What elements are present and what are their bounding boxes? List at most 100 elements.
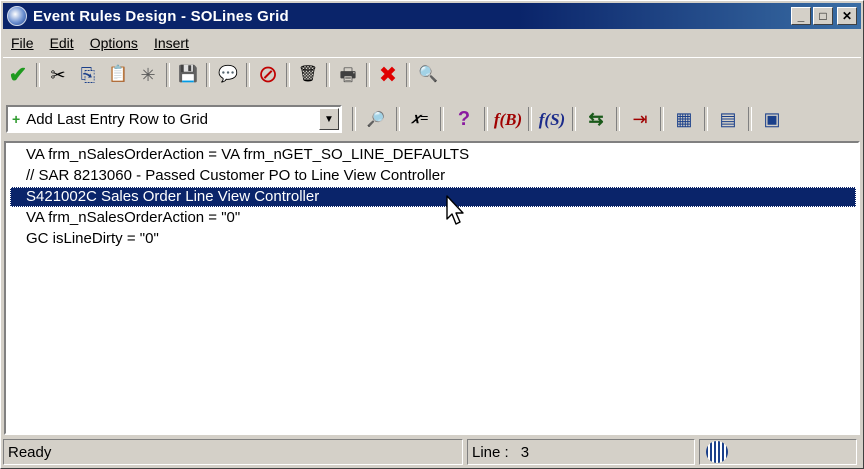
toolbar-separator (166, 63, 170, 87)
save-icon: 💾 (178, 66, 198, 83)
menu-options-label: Options (89, 35, 138, 51)
menu-file[interactable]: File (3, 35, 42, 51)
system-function-button[interactable]: f(S) (535, 104, 569, 134)
toolbar-separator (246, 63, 250, 87)
menu-insert[interactable]: Insert (146, 35, 197, 51)
cancel-icon: ✖ (378, 62, 398, 87)
chevron-down-icon[interactable]: ▼ (319, 108, 339, 130)
menu-bar: File Edit Options Insert (3, 31, 861, 55)
toolbar-separator (484, 107, 488, 131)
system-function-icon: f(S) (538, 109, 566, 129)
er-line[interactable]: VA frm_nSalesOrderAction = "0" (26, 208, 240, 228)
er-line-selected[interactable]: S421002C Sales Order Line View Controlle… (10, 187, 856, 207)
form-interconnect-button[interactable]: ▤ (711, 104, 745, 134)
paste-icon: 📋 (108, 66, 128, 83)
ok-button[interactable]: ✔ (3, 61, 33, 89)
save-button[interactable]: 💾 (173, 61, 203, 89)
check-icon: ✔ (8, 62, 28, 87)
minimize-button[interactable]: _ (791, 7, 811, 25)
table-io-icon: ⇆ (588, 109, 604, 129)
toolbar-separator (406, 63, 410, 87)
find-icon: 🔎 (366, 110, 386, 128)
er-toolbar: + Add Last Entry Row to Grid ▼ 🔎 𝑥= ? f(… (3, 99, 861, 139)
search-button[interactable]: 🔍 (413, 61, 443, 89)
toolbar-separator (286, 63, 290, 87)
status-bar: Ready Line : 3 (3, 439, 861, 467)
window-controls: _ □ ✕ (791, 7, 857, 25)
line-label: Line : (472, 443, 509, 461)
toolbar-separator (528, 107, 532, 131)
cut-button[interactable]: ✂ (43, 61, 73, 89)
event-rules-window: Event Rules Design - SOLines Grid _ □ ✕ … (0, 0, 864, 469)
toolbar-separator (572, 107, 576, 131)
report-interconnect-icon: ▣ (763, 109, 781, 129)
status-line-pane: Line : 3 (467, 439, 695, 465)
menu-options[interactable]: Options (82, 35, 146, 51)
plus-icon: + (12, 111, 21, 127)
grid-icon: ▦ (675, 109, 693, 129)
er-line[interactable]: VA frm_nSalesOrderAction = VA frm_nGET_S… (26, 145, 469, 165)
toolbar-separator (36, 63, 40, 87)
form-interconnect-icon: ▤ (719, 109, 737, 129)
comment-icon: 💬 (218, 66, 238, 83)
app-globe-icon (7, 6, 27, 26)
toolbar-separator (326, 63, 330, 87)
insert-row-button[interactable]: ⇥ (623, 104, 657, 134)
toolbar-separator (440, 107, 444, 131)
statement-combo-value: Add Last Entry Row to Grid (26, 110, 208, 128)
toolbar-separator (704, 107, 708, 131)
copy-button[interactable]: ⎘ (73, 61, 103, 89)
assignment-button[interactable]: 𝑥= (403, 104, 437, 134)
toolbar-separator (660, 107, 664, 131)
business-function-icon: f(B) (493, 109, 523, 129)
er-line[interactable]: GC isLineDirty = "0" (26, 229, 159, 249)
if-button[interactable]: ? (447, 104, 481, 134)
delete-button[interactable]: 🗑 (293, 61, 323, 89)
disable-button[interactable]: ⊘ (253, 61, 283, 89)
find-button[interactable]: 🔎 (359, 104, 393, 134)
delete-icon: 🗑 (297, 66, 319, 83)
title-bar[interactable]: Event Rules Design - SOLines Grid _ □ ✕ (3, 3, 861, 29)
print-button[interactable]: 🖶 (333, 61, 363, 89)
event-rules-editor[interactable]: VA frm_nSalesOrderAction = VA frm_nGET_S… (4, 141, 860, 435)
menu-file-label: File (11, 35, 34, 51)
status-icon-pane (699, 439, 857, 465)
main-toolbar: ✔ ✂ ⎘ 📋 ✳ 💾 💬 ⊘ 🗑 🖶 ✖ 🔍 (3, 57, 861, 92)
toolbar-separator (366, 63, 370, 87)
statement-combo[interactable]: + Add Last Entry Row to Grid ▼ (6, 105, 342, 133)
business-function-button[interactable]: f(B) (491, 104, 525, 134)
line-value: 3 (520, 443, 530, 461)
grid-button[interactable]: ▦ (667, 104, 701, 134)
status-text: Ready (8, 443, 52, 461)
globe-icon (706, 441, 728, 463)
toolbar-separator (206, 63, 210, 87)
if-icon: ? (457, 108, 471, 130)
window-title: Event Rules Design - SOLines Grid (33, 7, 289, 25)
disable-icon: ⊘ (257, 61, 279, 88)
cancel-button[interactable]: ✖ (373, 61, 403, 89)
paste-button[interactable]: 📋 (103, 61, 133, 89)
toolbar-separator (748, 107, 752, 131)
search-icon: 🔍 (418, 66, 438, 83)
toolbar-separator (616, 107, 620, 131)
menu-edit[interactable]: Edit (42, 35, 82, 51)
table-io-button[interactable]: ⇆ (579, 104, 613, 134)
special-paste-icon: ✳ (140, 65, 156, 85)
maximize-button[interactable]: □ (813, 7, 833, 25)
comment-button[interactable]: 💬 (213, 61, 243, 89)
copy-icon: ⎘ (80, 65, 96, 85)
close-button[interactable]: ✕ (837, 7, 857, 25)
menu-insert-label: Insert (153, 35, 189, 51)
mouse-pointer-icon (446, 195, 464, 225)
er-line[interactable]: // SAR 8213060 - Passed Customer PO to L… (26, 166, 445, 186)
menu-edit-label: Edit (49, 35, 74, 51)
assignment-icon: 𝑥= (411, 110, 429, 127)
special-paste-button[interactable]: ✳ (133, 61, 163, 89)
status-text-pane: Ready (3, 439, 463, 465)
toolbar-separator (396, 107, 400, 131)
toolbar-separator (352, 107, 356, 131)
print-icon: 🖶 (339, 65, 357, 85)
report-interconnect-button[interactable]: ▣ (755, 104, 789, 134)
cut-icon: ✂ (50, 65, 66, 85)
insert-row-icon: ⇥ (632, 109, 648, 129)
